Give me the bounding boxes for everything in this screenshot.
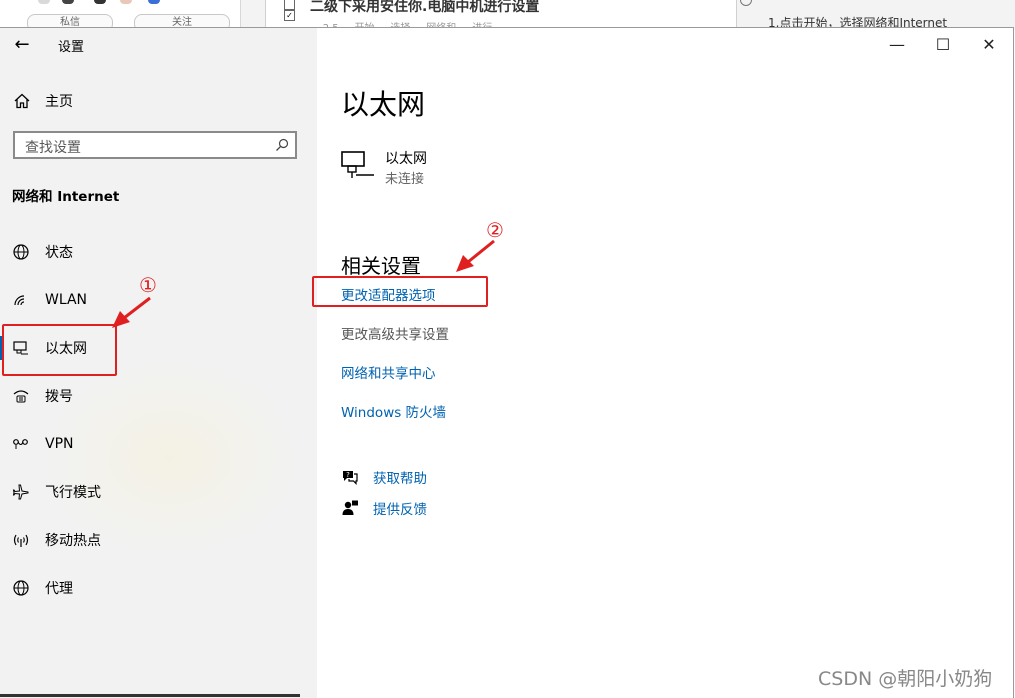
close-button[interactable]: ✕ <box>966 32 1012 56</box>
info-icon <box>740 0 752 6</box>
sidebar-item-label: 移动热点 <box>45 533 101 549</box>
checkbox-1[interactable] <box>284 0 295 10</box>
related-settings-title: 相关设置 <box>341 254 421 278</box>
search-placeholder: 查找设置 <box>25 140 81 156</box>
back-arrow-icon[interactable]: ← <box>12 34 32 55</box>
annotation-box-adapter <box>312 276 488 307</box>
adapter-state: 未连接 <box>385 172 425 187</box>
settings-window: ← 设置 主页 查找设置 网络和 Internet 状态 WLAN 以太网 拨号 <box>0 27 1014 698</box>
annotation-box-ethernet <box>2 324 117 376</box>
feedback-icon <box>342 500 358 515</box>
sidebar-item-label: WLAN <box>45 292 88 308</box>
background-window-strip: 私信 关注 ✓ 二级下采用安住你.电脑中机进行设置 ... 2 5 ... 开始… <box>0 0 1015 30</box>
sidebar-item-home[interactable]: 主页 <box>13 91 73 111</box>
sidebar-item-label: 状态 <box>45 245 73 261</box>
sidebar-item-status[interactable]: 状态 <box>0 228 317 276</box>
get-help-link[interactable]: ? 获取帮助 <box>341 467 427 487</box>
ethernet-adapter-icon <box>341 151 374 178</box>
color-dot-3 <box>94 0 106 4</box>
content-pane: — ☐ ✕ 以太网 以太网 未连接 相关设置 更改适配器选项 更改高级共享设置 … <box>317 28 1013 698</box>
annotation-marker-1: ① <box>139 273 157 297</box>
sidebar-item-label: 代理 <box>45 581 73 597</box>
feedback-link[interactable]: 提供反馈 <box>341 498 427 518</box>
background-left-pane: 私信 关注 <box>0 0 241 30</box>
sidebar-item-hotspot[interactable]: 移动热点 <box>0 516 317 564</box>
checkbox-2[interactable]: ✓ <box>284 10 295 21</box>
article-title: 二级下采用安住你.电脑中机进行设置 <box>310 0 540 15</box>
sidebar-item-label: VPN <box>45 436 74 452</box>
sidebar-item-dialup[interactable]: 拨号 <box>0 372 317 420</box>
dialup-icon <box>13 390 29 403</box>
sidebar-item-airplane[interactable]: 飞行模式 <box>0 468 317 516</box>
maximize-button[interactable]: ☐ <box>920 32 966 56</box>
vpn-icon <box>13 439 28 449</box>
color-dot-1 <box>38 0 50 4</box>
sidebar-item-label: 拨号 <box>45 389 73 405</box>
search-input[interactable]: 查找设置 <box>13 131 297 159</box>
help-chat-icon: ? <box>343 471 358 485</box>
home-label: 主页 <box>45 94 73 110</box>
proxy-icon <box>13 580 29 596</box>
watermark: CSDN @朝阳小奶狗 <box>818 668 993 690</box>
svg-text:?: ? <box>346 471 350 479</box>
get-help-label: 获取帮助 <box>373 471 427 487</box>
color-dot-5 <box>148 0 160 4</box>
hotspot-icon <box>13 534 29 547</box>
advanced-sharing-link[interactable]: 更改高级共享设置 <box>341 323 449 343</box>
globe-status-icon <box>13 244 29 260</box>
network-sharing-center-link[interactable]: 网络和共享中心 <box>341 362 436 382</box>
sidebar-item-label: 飞行模式 <box>45 485 101 501</box>
annotation-marker-2: ② <box>486 218 504 242</box>
window-title: 设置 <box>58 40 85 55</box>
adapter-name: 以太网 <box>385 151 427 167</box>
color-dot-4 <box>120 0 132 4</box>
sidebar-item-proxy[interactable]: 代理 <box>0 564 317 612</box>
wifi-icon <box>14 295 25 306</box>
windows-firewall-link[interactable]: Windows 防火墙 <box>341 401 446 421</box>
search-icon <box>276 138 289 151</box>
feedback-label: 提供反馈 <box>373 502 427 518</box>
sidebar-item-vpn[interactable]: VPN <box>0 420 317 468</box>
sidebar-item-wlan[interactable]: WLAN <box>0 276 317 324</box>
page-title: 以太网 <box>341 88 426 121</box>
airplane-icon <box>12 484 29 500</box>
color-dot-2 <box>62 0 74 4</box>
section-title: 网络和 Internet <box>12 189 120 205</box>
minimize-button[interactable]: — <box>874 32 920 56</box>
home-icon <box>14 93 30 109</box>
